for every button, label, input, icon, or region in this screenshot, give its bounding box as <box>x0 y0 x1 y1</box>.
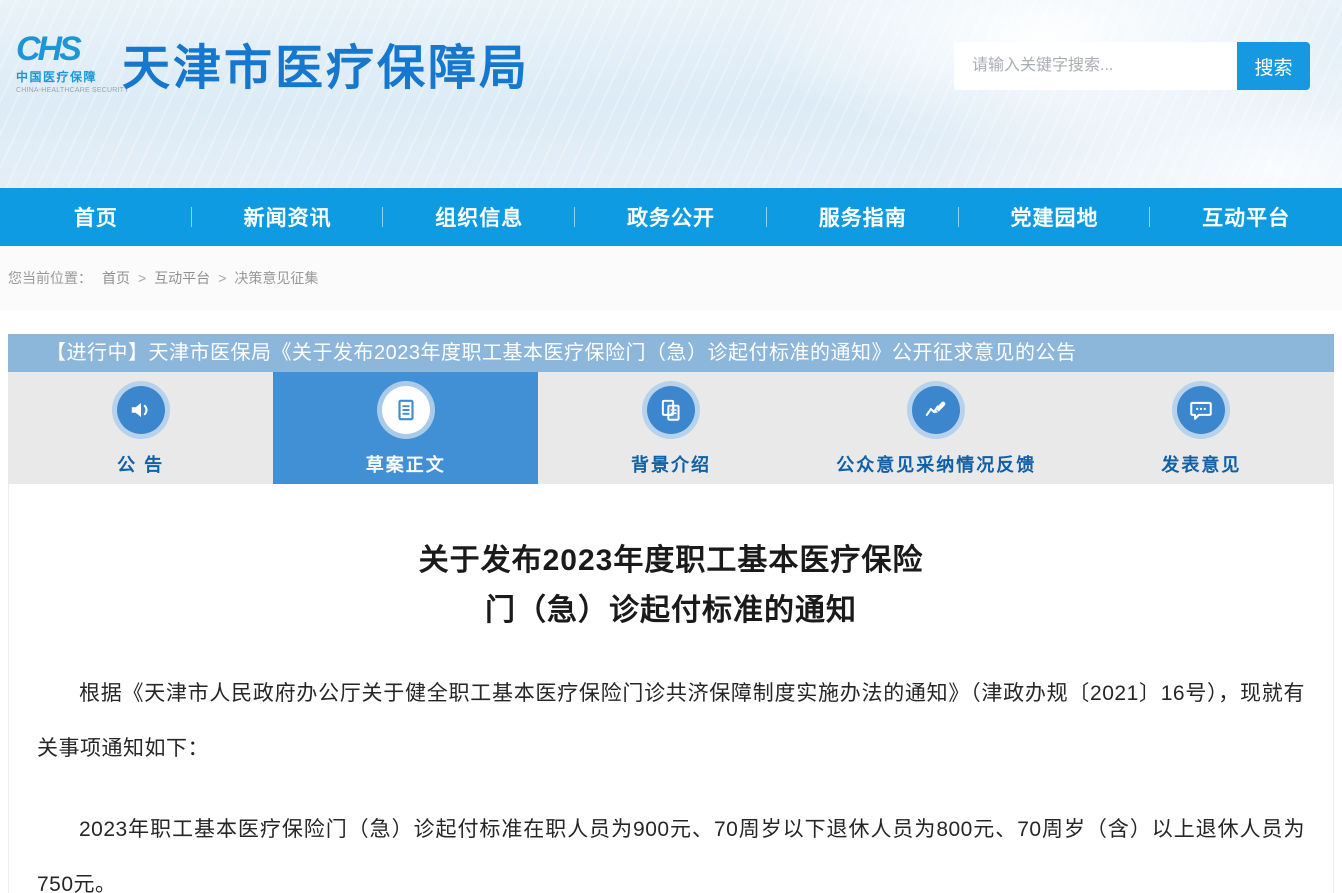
article-body: 关于发布2023年度职工基本医疗保险 门（急）诊起付标准的通知 根据《天津市人民… <box>8 484 1334 893</box>
nav-item-service-guide[interactable]: 服务指南 <box>767 188 959 246</box>
article-title: 关于发布2023年度职工基本医疗保险 门（急）诊起付标准的通知 <box>37 536 1305 636</box>
breadcrumb: 您当前位置： 首页 > 互动平台 > 决策意见征集 <box>0 246 1342 310</box>
nav-item-home[interactable]: 首页 <box>0 188 192 246</box>
nav-item-party-building[interactable]: 党建园地 <box>959 188 1151 246</box>
breadcrumb-separator: > <box>218 270 226 286</box>
tab-draft-text[interactable]: 草案正文 <box>273 372 538 484</box>
nav-item-organization[interactable]: 组织信息 <box>383 188 575 246</box>
document-icon <box>377 381 435 439</box>
nav-item-news[interactable]: 新闻资讯 <box>192 188 384 246</box>
tab-label: 公 告 <box>117 451 164 477</box>
speaker-icon <box>112 381 170 439</box>
chs-letters: CHS <box>16 32 116 66</box>
tab-bar: 公 告 草案正文 <box>8 372 1334 484</box>
tab-label: 公众意见采纳情况反馈 <box>836 451 1036 477</box>
breadcrumb-prefix: 您当前位置： <box>8 268 92 288</box>
breadcrumb-separator: > <box>138 270 146 286</box>
tab-label: 背景介绍 <box>631 451 711 477</box>
breadcrumb-current: 决策意见征集 <box>234 268 318 288</box>
tab-label: 发表意见 <box>1161 451 1241 477</box>
notice-section: 【进行中】天津市医保局《关于发布2023年度职工基本医疗保险门（急）诊起付标准的… <box>8 334 1334 893</box>
search-input[interactable] <box>954 42 1237 90</box>
site-title: 天津市医疗保障局 <box>122 28 530 98</box>
notice-banner: 【进行中】天津市医保局《关于发布2023年度职工基本医疗保险门（急）诊起付标准的… <box>8 334 1334 372</box>
article-paragraph: 根据《天津市人民政府办公厅关于健全职工基本医疗保险门诊共济保障制度实施办法的通知… <box>37 666 1305 776</box>
tab-announcement[interactable]: 公 告 <box>8 372 273 484</box>
search-button[interactable]: 搜索 <box>1237 42 1310 90</box>
site-logo[interactable]: CHS 中国医疗保障 CHINA-HEALTHCARE SECURITY 天津市… <box>16 28 530 98</box>
main-nav: 首页 新闻资讯 组织信息 政务公开 服务指南 党建园地 互动平台 <box>0 188 1342 246</box>
tab-label: 草案正文 <box>366 451 446 477</box>
breadcrumb-interaction[interactable]: 互动平台 <box>154 268 210 288</box>
tab-feedback[interactable]: 公众意见采纳情况反馈 <box>804 372 1069 484</box>
breadcrumb-home[interactable]: 首页 <box>102 268 130 288</box>
article-title-line1: 关于发布2023年度职工基本医疗保险 <box>419 544 924 577</box>
article-title-line2: 门（急）诊起付标准的通知 <box>485 594 857 627</box>
article-paragraph: 2023年职工基本医疗保险门（急）诊起付标准在职人员为900元、70周岁以下退休… <box>37 802 1305 893</box>
chs-chinese-label: 中国医疗保障 <box>16 68 116 85</box>
copy-icon <box>642 381 700 439</box>
site-header: CHS 中国医疗保障 CHINA-HEALTHCARE SECURITY 天津市… <box>0 0 1342 188</box>
nav-item-gov-affairs[interactable]: 政务公开 <box>575 188 767 246</box>
tab-background[interactable]: 背景介绍 <box>538 372 803 484</box>
tab-comment[interactable]: 发表意见 <box>1069 372 1334 484</box>
comment-icon <box>1172 381 1230 439</box>
search-bar: 搜索 <box>954 42 1310 90</box>
pen-icon <box>907 381 965 439</box>
nav-item-interaction[interactable]: 互动平台 <box>1150 188 1342 246</box>
chs-english-label: CHINA-HEALTHCARE SECURITY <box>16 87 116 94</box>
chs-logo: CHS 中国医疗保障 CHINA-HEALTHCARE SECURITY <box>16 32 116 94</box>
